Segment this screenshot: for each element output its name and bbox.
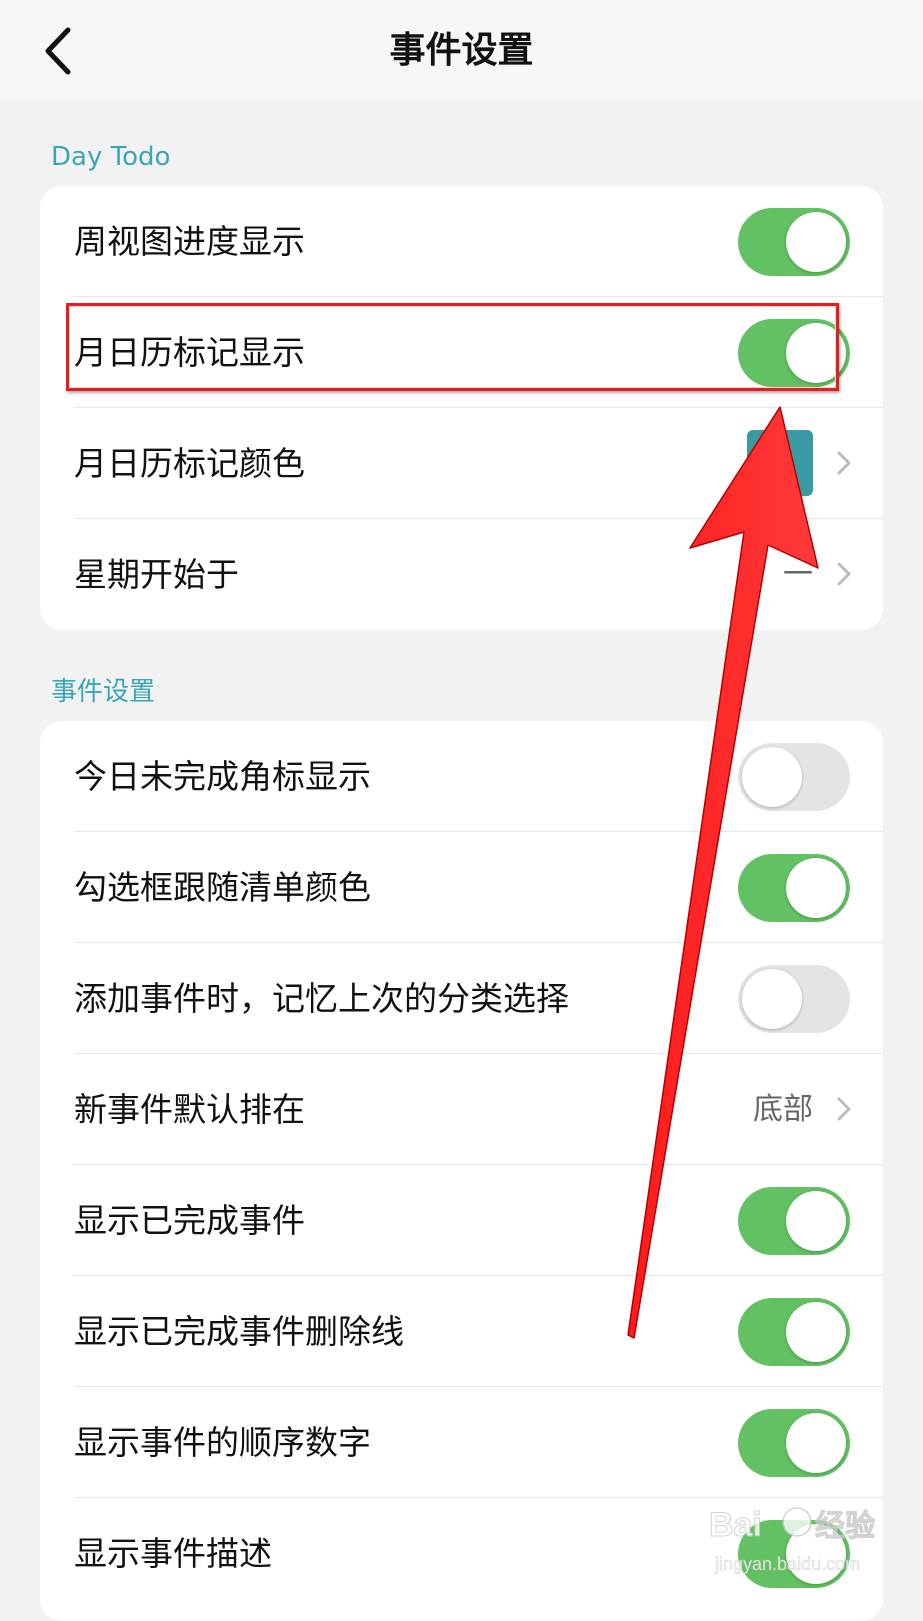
setting-row-order-number[interactable]: 显示事件的顺序数字 — [40, 1387, 883, 1498]
toggle-knob — [786, 1524, 846, 1584]
toggle-knob — [742, 969, 802, 1029]
week-start-value: 一 — [783, 557, 813, 592]
setting-label: 显示已完成事件删除线 — [74, 1312, 404, 1351]
chevron-right-icon — [837, 451, 851, 475]
settings-card-events: 今日未完成角标显示 勾选框跟随清单颜色 添加事件时，记忆上次的分类选择 新事件默… — [40, 721, 883, 1621]
description-toggle[interactable] — [738, 1520, 850, 1588]
checkbox-color-toggle[interactable] — [738, 854, 850, 922]
strikethrough-toggle[interactable] — [738, 1298, 850, 1366]
toggle-knob — [786, 858, 846, 918]
remember-category-toggle[interactable] — [738, 965, 850, 1033]
setting-label: 月日历标记显示 — [74, 333, 305, 372]
setting-row-remember-category[interactable]: 添加事件时，记忆上次的分类选择 — [40, 943, 883, 1054]
setting-label: 显示事件描述 — [74, 1534, 272, 1573]
mark-color-swatch[interactable] — [747, 430, 813, 496]
setting-row-default-position[interactable]: 新事件默认排在 底部 — [40, 1054, 883, 1165]
show-completed-toggle[interactable] — [738, 1187, 850, 1255]
setting-row-week-progress[interactable]: 周视图进度显示 — [40, 186, 883, 297]
setting-row-month-mark-color[interactable]: 月日历标记颜色 — [40, 408, 883, 519]
toggle-knob — [786, 1302, 846, 1362]
setting-row-strikethrough[interactable]: 显示已完成事件删除线 — [40, 1276, 883, 1387]
setting-label: 今日未完成角标显示 — [74, 757, 371, 796]
setting-row-week-start[interactable]: 星期开始于 一 — [40, 519, 883, 630]
setting-label: 显示事件的顺序数字 — [74, 1423, 371, 1462]
section-title-event-settings: 事件设置 — [51, 677, 156, 707]
setting-row-month-mark-display[interactable]: 月日历标记显示 — [40, 297, 883, 408]
toggle-knob — [742, 747, 802, 807]
setting-row-checkbox-color[interactable]: 勾选框跟随清单颜色 — [40, 832, 883, 943]
settings-card-day-todo: 周视图进度显示 月日历标记显示 月日历标记颜色 星期开始于 一 — [40, 186, 883, 630]
week-progress-toggle[interactable] — [738, 208, 850, 276]
chevron-right-icon — [837, 1097, 851, 1121]
order-number-toggle[interactable] — [738, 1409, 850, 1477]
setting-label: 显示已完成事件 — [74, 1201, 305, 1240]
setting-label: 勾选框跟随清单颜色 — [74, 868, 371, 907]
chevron-right-icon — [837, 562, 851, 586]
nav-bar: 事件设置 — [0, 0, 923, 100]
toggle-knob — [786, 212, 846, 272]
setting-label: 新事件默认排在 — [74, 1090, 305, 1129]
default-position-value: 底部 — [753, 1092, 813, 1127]
badge-toggle[interactable] — [738, 743, 850, 811]
setting-label: 月日历标记颜色 — [74, 444, 305, 483]
toggle-knob — [786, 1191, 846, 1251]
month-mark-display-toggle[interactable] — [738, 319, 850, 387]
setting-row-show-completed[interactable]: 显示已完成事件 — [40, 1165, 883, 1276]
setting-label: 添加事件时，记忆上次的分类选择 — [74, 979, 569, 1018]
setting-row-badge[interactable]: 今日未完成角标显示 — [40, 721, 883, 832]
toggle-knob — [786, 1413, 846, 1473]
page-title: 事件设置 — [389, 30, 534, 71]
setting-label: 星期开始于 — [74, 555, 239, 594]
setting-label: 周视图进度显示 — [74, 222, 305, 261]
setting-row-description[interactable]: 显示事件描述 — [40, 1498, 883, 1609]
toggle-knob — [786, 323, 846, 383]
section-title-day-todo: Day Todo — [51, 142, 171, 172]
